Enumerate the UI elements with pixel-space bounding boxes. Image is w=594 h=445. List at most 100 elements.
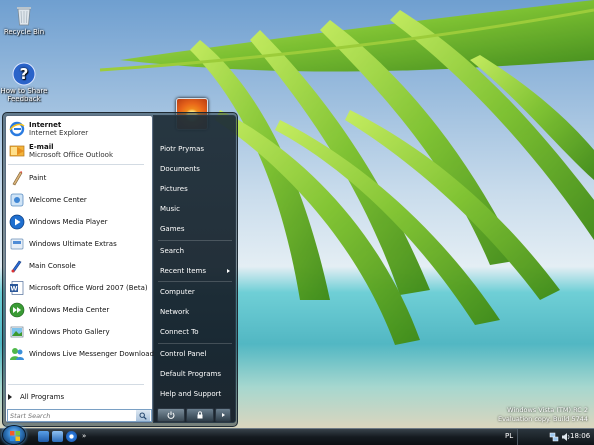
places-pictures[interactable]: Pictures <box>158 182 234 196</box>
places-label: Pictures <box>160 185 188 193</box>
places-label: Music <box>160 205 180 213</box>
os-watermark: Windows Vista (TM) RC 2 Evaluation copy.… <box>498 406 588 424</box>
windows-logo-icon <box>10 431 20 441</box>
network-icon[interactable] <box>549 432 559 442</box>
lock-icon <box>197 411 203 419</box>
places-default-programs[interactable]: Default Programs <box>158 367 234 381</box>
submenu-arrow-icon <box>227 269 230 273</box>
photo-gallery-icon <box>10 326 24 338</box>
recent-item-photo-gallery[interactable]: Windows Photo Gallery <box>9 322 151 342</box>
places-user-folder[interactable]: Piotr Prymas <box>158 142 234 156</box>
places-separator <box>158 240 232 241</box>
recent-item-welcome-center[interactable]: Welcome Center <box>9 190 151 210</box>
start-button[interactable] <box>2 425 26 445</box>
help-icon: ? <box>12 62 36 86</box>
pinned-item-email[interactable]: E-mail Microsoft Office Outlook <box>9 141 151 161</box>
start-search-box[interactable] <box>7 409 152 422</box>
desktop-icon-share-feedback[interactable]: ? How to Share Feedback <box>0 62 48 103</box>
places-label: Games <box>160 225 185 233</box>
places-separator <box>158 343 232 344</box>
places-label: Documents <box>160 165 200 173</box>
quick-launch-overflow-icon[interactable]: » <box>82 432 86 440</box>
places-label: Connect To <box>160 328 199 336</box>
recent-item-label: Paint <box>29 174 47 182</box>
pinned-item-internet[interactable]: Internet Internet Explorer <box>9 119 151 139</box>
word-icon: W <box>10 281 24 295</box>
all-programs-button[interactable]: All Programs <box>8 390 146 404</box>
recent-item-messenger[interactable]: Windows Live Messenger Download <box>9 344 155 364</box>
media-player-icon <box>9 214 25 230</box>
desktop-icon-recycle-bin[interactable]: Recycle Bin <box>0 3 48 36</box>
watermark-line: Windows Vista (TM) RC 2 <box>507 406 588 414</box>
messenger-icon <box>10 348 24 360</box>
places-label: Help and Support <box>160 390 222 398</box>
places-label: Control Panel <box>160 350 207 358</box>
arrow-right-icon <box>8 394 12 400</box>
main-console-icon <box>11 260 22 273</box>
search-icon <box>139 412 147 420</box>
recent-item-label: Windows Photo Gallery <box>29 328 110 336</box>
recent-item-word[interactable]: W Microsoft Office Word 2007 (Beta) <box>9 278 151 298</box>
svg-text:W: W <box>10 285 17 293</box>
switch-windows-icon[interactable] <box>52 431 63 442</box>
language-indicator[interactable]: PL <box>505 432 513 440</box>
watermark-line: Evaluation copy. Build 5744 <box>497 415 588 423</box>
recent-item-media-player[interactable]: Windows Media Player <box>9 212 151 232</box>
arrow-right-icon <box>221 413 225 417</box>
recent-item-main-console[interactable]: Main Console <box>9 256 151 276</box>
places-music[interactable]: Music <box>158 202 234 216</box>
search-button[interactable] <box>136 410 150 421</box>
places-connect-to[interactable]: Connect To <box>158 325 234 339</box>
internet-explorer-icon <box>9 121 25 137</box>
recent-item-label: Welcome Center <box>29 196 87 204</box>
all-programs-label: All Programs <box>20 393 65 401</box>
places-games[interactable]: Games <box>158 222 234 236</box>
recent-item-label: Windows Ultimate Extras <box>29 240 117 248</box>
places-help-support[interactable]: Help and Support <box>158 387 234 401</box>
pinned-subtitle: Microsoft Office Outlook <box>29 151 113 159</box>
all-programs-separator <box>8 384 144 385</box>
places-label: Recent Items <box>160 267 206 275</box>
power-button[interactable] <box>157 408 185 422</box>
svg-text:?: ? <box>20 65 29 83</box>
ultimate-extras-icon <box>10 238 24 250</box>
places-label: Network <box>160 308 190 316</box>
recent-item-label: Main Console <box>29 262 76 270</box>
show-desktop-icon[interactable] <box>38 431 49 442</box>
pinned-subtitle: Internet Explorer <box>29 129 89 137</box>
places-label: Piotr Prymas <box>160 145 205 153</box>
recent-item-label: Windows Live Messenger Download <box>29 350 155 358</box>
power-icon <box>167 411 175 419</box>
desktop-icon-label: Recycle Bin <box>3 28 45 36</box>
places-label: Default Programs <box>160 370 221 378</box>
recycle-bin-icon <box>17 7 31 26</box>
desktop-icon-label: How to Share Feedback <box>0 87 48 103</box>
media-center-icon <box>9 302 25 318</box>
places-recent-items[interactable]: Recent Items <box>158 264 234 278</box>
welcome-center-icon <box>10 193 24 207</box>
pinned-title: Internet <box>29 121 62 129</box>
pinned-title: E-mail <box>29 143 54 151</box>
outlook-icon <box>9 145 25 157</box>
recent-item-ultimate-extras[interactable]: Windows Ultimate Extras <box>9 234 151 254</box>
places-documents[interactable]: Documents <box>158 162 234 176</box>
paint-icon <box>12 171 23 186</box>
taskbar-clock[interactable]: 18:06 <box>570 432 590 440</box>
places-label: Computer <box>160 288 195 296</box>
shutdown-options-button[interactable] <box>215 408 231 422</box>
start-search-input[interactable] <box>8 410 136 421</box>
places-computer[interactable]: Computer <box>158 285 234 299</box>
recent-item-media-center[interactable]: Windows Media Center <box>9 300 151 320</box>
places-network[interactable]: Network <box>158 305 234 319</box>
recent-item-label: Windows Media Center <box>29 306 110 314</box>
internet-explorer-quicklaunch-icon[interactable] <box>66 431 77 442</box>
lock-button[interactable] <box>186 408 214 422</box>
start-menu: Internet Internet Explorer E-mail Microsof… <box>2 112 238 427</box>
power-buttons <box>157 408 232 422</box>
recent-item-label: Microsoft Office Word 2007 (Beta) <box>29 284 148 292</box>
places-search[interactable]: Search <box>158 244 234 258</box>
places-label: Search <box>160 247 185 255</box>
recent-item-paint[interactable]: Paint <box>9 168 151 188</box>
pinned-separator <box>8 164 144 165</box>
places-control-panel[interactable]: Control Panel <box>158 347 234 361</box>
